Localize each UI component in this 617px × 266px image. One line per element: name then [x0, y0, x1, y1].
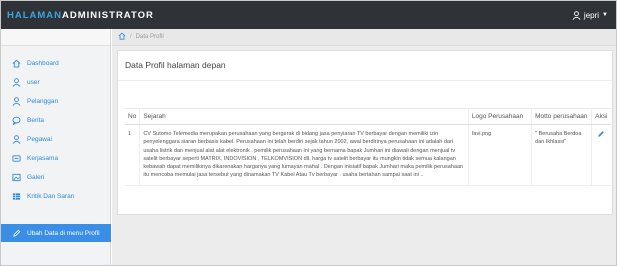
sidebar-item-kerjasama[interactable]: Kerjasama — [1, 149, 110, 168]
header-aksi: Aksi — [590, 108, 611, 125]
user-menu[interactable]: jepri ▼ — [572, 11, 608, 20]
pencil-icon — [11, 228, 21, 238]
breadcrumb-separator: / — [130, 34, 132, 40]
profile-panel: Data Profil halaman depan No Sejarah Log… — [117, 50, 613, 215]
sidebar-item-pelanggan[interactable]: Pelanggan — [1, 92, 110, 111]
header-motto: Motto perusahaan — [531, 108, 592, 125]
main-content: / Data Profil Data Profil halaman depan … — [112, 29, 616, 265]
edit-pencil-icon[interactable] — [597, 130, 605, 141]
sidebar-item-label: Berita — [27, 117, 44, 124]
sidebar-item-label: Ubah Data di menu Profil — [27, 229, 100, 237]
sidebar: Dashboard user Pelanggan Berita Pegawai … — [1, 29, 111, 265]
cell-no: 1 — [125, 124, 140, 186]
panel-title: Data Profil halaman depan — [118, 51, 612, 81]
sidebar-item-label: Kritik Dan Saran — [27, 193, 75, 200]
brand-part-2: ADMINISTRATOR — [62, 9, 154, 21]
sidebar-item-berita[interactable]: Berita — [1, 111, 110, 130]
app-frame: HALAMANADMINISTRATOR jepri ▼ Dashboard u… — [0, 0, 617, 266]
sidebar-item-label: Kerjasama — [27, 155, 59, 162]
header-logo: Logo Perusahaan — [467, 108, 532, 125]
image-icon — [11, 173, 21, 183]
sidebar-item-label: Dashboard — [27, 60, 59, 67]
sidebar-item-label: user — [27, 79, 40, 86]
sidebar-item-user[interactable]: user — [1, 73, 110, 92]
top-navbar: HALAMANADMINISTRATOR jepri ▼ — [1, 1, 616, 29]
comment-icon — [11, 116, 21, 126]
sidebar-item-pegawai[interactable]: Pegawai — [1, 130, 110, 149]
sidebar-item-kritik-dan-saran[interactable]: Kritik Dan Saran — [1, 187, 110, 206]
user-name: jepri — [583, 10, 600, 20]
cell-aksi — [590, 124, 611, 186]
sidebar-item-galeri[interactable]: Galeri — [1, 168, 110, 187]
sidebar-nav: Dashboard user Pelanggan Berita Pegawai … — [1, 54, 110, 206]
breadcrumb: / Data Profil — [112, 29, 616, 46]
brand-logo[interactable]: HALAMANADMINISTRATOR — [7, 10, 154, 21]
handshake-icon — [11, 154, 21, 164]
table-icon — [11, 192, 21, 202]
table-header-row: No Sejarah Logo Perusahaan Motto perusah… — [125, 108, 611, 125]
home-icon[interactable] — [118, 32, 126, 42]
user-icon — [11, 97, 21, 107]
sidebar-item-label: Pegawai — [27, 136, 52, 143]
user-icon — [11, 78, 21, 88]
sidebar-item-label: Pelanggan — [27, 98, 59, 105]
header-sejarah: Sejarah — [139, 108, 469, 125]
user-icon — [11, 135, 21, 145]
header-no: No — [125, 108, 140, 125]
cell-logo: favi.png — [467, 124, 532, 186]
caret-down-icon: ▼ — [602, 12, 608, 18]
user-icon — [572, 10, 581, 20]
sidebar-item-label: Galeri — [27, 174, 45, 181]
profile-table: No Sejarah Logo Perusahaan Motto perusah… — [125, 108, 611, 186]
cell-sejarah: CV Sutomo Telemedia merupakan perusahaan… — [139, 124, 469, 186]
home-icon — [11, 59, 21, 69]
table-row: 1 CV Sutomo Telemedia merupakan perusaha… — [125, 124, 611, 186]
breadcrumb-current: Data Profil — [135, 34, 164, 40]
brand-part-1: HALAMAN — [7, 9, 63, 21]
sidebar-item-dashboard[interactable]: Dashboard — [1, 54, 110, 73]
cell-motto: " Berusaha Berdoa dan Ikhlassi" — [531, 124, 592, 186]
sidebar-item-ubah-profil[interactable]: Ubah Data di menu Profil — [1, 224, 111, 242]
sidebar-search-area — [1, 29, 110, 46]
